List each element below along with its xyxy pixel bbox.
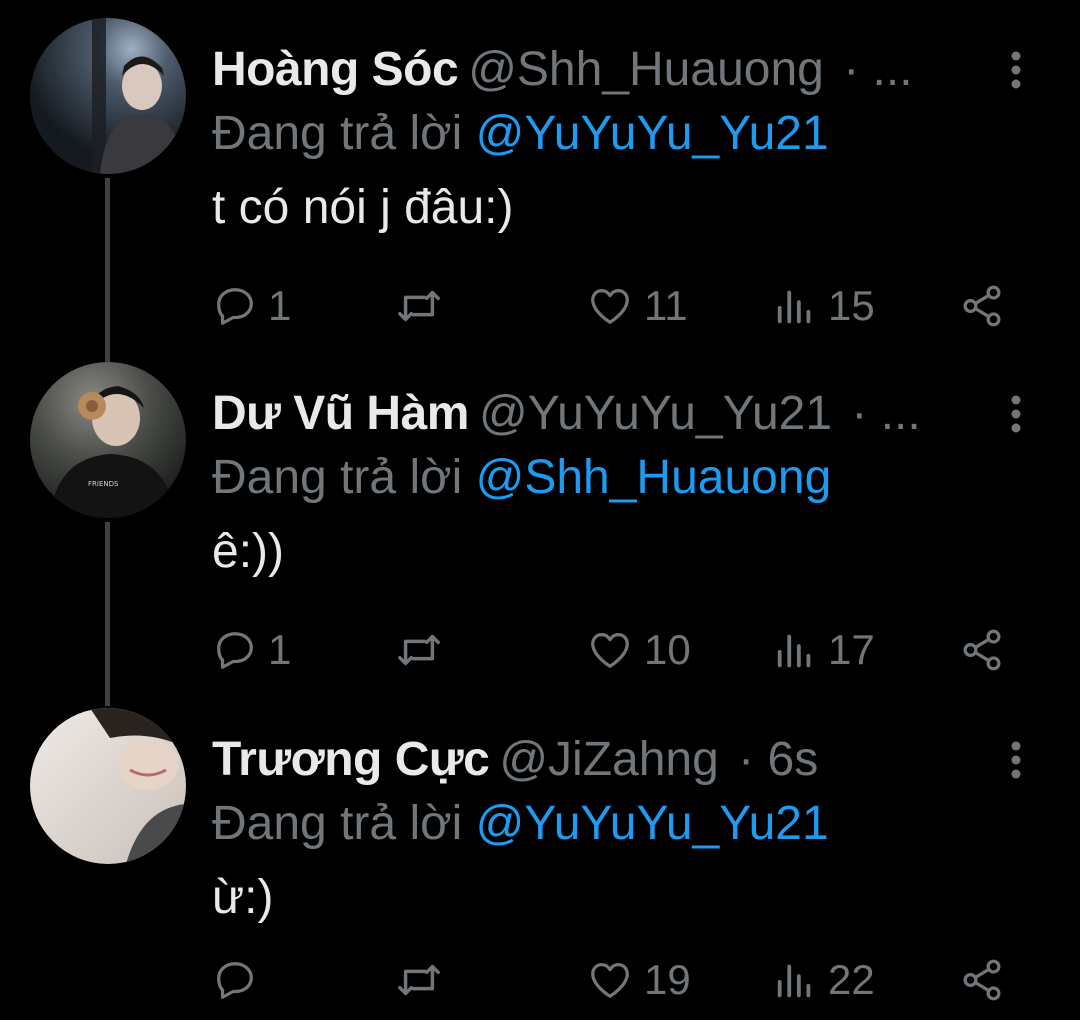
replying-to: Đang trả lời @YuYuYu_Yu21 — [212, 102, 829, 166]
retweet-icon — [398, 290, 440, 322]
reply-count: 1 — [268, 282, 292, 329]
svg-text:FRIENDS: FRIENDS — [88, 480, 119, 488]
replying-to: Đang trả lời @YuYuYu_Yu21 — [212, 792, 829, 856]
tweet-actions: 1 10 17 — [212, 614, 1012, 686]
tweet[interactable]: FRIENDS Dư Vũ Hàm @YuYuYu_Yu21 · ... Đang… — [0, 362, 1080, 692]
views-icon — [777, 290, 811, 324]
tweet[interactable]: Hoàng Sóc @Shh_Huauong · ... Đang trả lời… — [0, 18, 1080, 348]
user-handle[interactable]: @JiZahng — [499, 733, 719, 786]
retweet-button[interactable] — [394, 944, 454, 1016]
user-handle[interactable]: @Shh_Huauong — [468, 43, 824, 96]
like-count: 11 — [644, 282, 688, 329]
tweet-meta: · ... — [851, 387, 921, 440]
tweet-text: ê:)) — [212, 525, 284, 578]
tweet-actions: 1 11 15 — [212, 270, 1012, 342]
reply-button[interactable]: 1 — [212, 270, 291, 342]
tweet-header: Trương Cực @JiZahng · 6s — [212, 728, 818, 792]
tweet-header: Hoàng Sóc @Shh_Huauong · ... — [212, 38, 913, 102]
display-name[interactable]: Hoàng Sóc — [212, 43, 459, 96]
avatar[interactable]: FRIENDS — [30, 362, 186, 518]
tweet[interactable]: Trương Cực @JiZahng · 6s Đang trả lời @Yu… — [0, 708, 1080, 1020]
like-count: 19 — [644, 956, 691, 1003]
heart-icon — [591, 963, 629, 998]
share-icon — [963, 285, 1001, 327]
retweet-button[interactable] — [394, 270, 454, 342]
views-count: 22 — [828, 956, 875, 1003]
share-icon — [963, 629, 1001, 671]
replying-prefix: Đang trả lời — [212, 107, 463, 160]
views-button[interactable]: 17 — [772, 614, 875, 686]
reply-button[interactable] — [212, 944, 268, 1016]
views-icon — [777, 634, 811, 668]
heart-icon — [591, 289, 629, 324]
retweet-icon — [398, 634, 440, 666]
share-button[interactable] — [958, 944, 1006, 1016]
replying-prefix: Đang trả lời — [212, 451, 463, 504]
tweet-thread: Hoàng Sóc @Shh_Huauong · ... Đang trả lời… — [0, 0, 1080, 1020]
more-vertical-icon[interactable] — [1004, 740, 1028, 780]
replying-to: Đang trả lời @Shh_Huauong — [212, 446, 831, 510]
tweet-text: t có nói j đâu:) — [212, 181, 514, 234]
share-button[interactable] — [958, 270, 1006, 342]
like-count: 10 — [644, 626, 691, 673]
display-name[interactable]: Dư Vũ Hàm — [212, 387, 469, 440]
tweet-actions: 19 22 — [212, 944, 1012, 1016]
replying-to-link[interactable]: @YuYuYu_Yu21 — [476, 107, 829, 160]
replying-to-link[interactable]: @Shh_Huauong — [476, 451, 832, 504]
share-icon — [963, 959, 1001, 1001]
retweet-icon — [398, 964, 440, 996]
like-button[interactable]: 11 — [586, 270, 688, 342]
reply-icon — [217, 962, 253, 999]
views-count: 17 — [828, 626, 875, 673]
replying-to-link[interactable]: @YuYuYu_Yu21 — [476, 797, 829, 850]
tweet-meta: · 6s — [738, 733, 819, 786]
avatar[interactable] — [30, 18, 186, 174]
tweet-meta: · ... — [843, 43, 913, 96]
views-button[interactable]: 22 — [772, 944, 875, 1016]
replying-prefix: Đang trả lời — [212, 797, 463, 850]
share-button[interactable] — [958, 614, 1006, 686]
retweet-button[interactable] — [394, 614, 454, 686]
views-icon — [777, 964, 811, 998]
views-count: 15 — [828, 282, 875, 329]
tweet-header: Dư Vũ Hàm @YuYuYu_Yu21 · ... — [212, 382, 921, 446]
like-button[interactable]: 19 — [586, 944, 691, 1016]
views-button[interactable]: 15 — [772, 270, 875, 342]
more-vertical-icon[interactable] — [1004, 394, 1028, 434]
reply-icon — [217, 288, 253, 325]
reply-icon — [217, 632, 253, 669]
more-vertical-icon[interactable] — [1004, 50, 1028, 90]
like-button[interactable]: 10 — [586, 614, 691, 686]
reply-button[interactable]: 1 — [212, 614, 291, 686]
user-handle[interactable]: @YuYuYu_Yu21 — [479, 387, 832, 440]
tweet-text: ừ:) — [212, 871, 274, 924]
avatar[interactable] — [30, 708, 186, 864]
heart-icon — [591, 633, 629, 668]
display-name[interactable]: Trương Cực — [212, 733, 490, 786]
reply-count: 1 — [268, 626, 292, 673]
